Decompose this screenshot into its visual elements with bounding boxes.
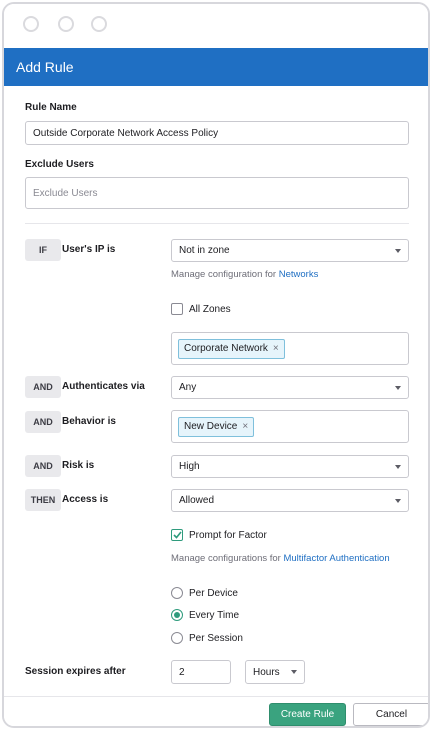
auth-condition-label: Authenticates via [62, 381, 145, 392]
exclude-users-input[interactable]: Exclude Users [25, 177, 409, 209]
behavior-tag-input[interactable]: New Device × [171, 410, 409, 443]
per-session-label: Per Session [189, 632, 243, 644]
zone-tag: Corporate Network × [178, 338, 285, 359]
zone-tag-label: Corporate Network [184, 343, 268, 354]
ip-condition-label: User's IP is [62, 244, 116, 255]
behavior-tag: New Device × [178, 416, 255, 437]
prompt-for-factor-checkbox[interactable] [171, 529, 183, 541]
dialog-window: Add Rule Rule Name Outside Corporate Net… [2, 2, 430, 728]
chevron-down-icon [291, 670, 297, 674]
risk-select-value: High [179, 461, 200, 472]
all-zones-checkbox[interactable] [171, 303, 183, 315]
per-device-label: Per Device [189, 587, 238, 599]
all-zones-option[interactable]: All Zones [171, 303, 231, 315]
rule-name-value: Outside Corporate Network Access Policy [33, 127, 219, 139]
risk-select[interactable]: High [171, 455, 409, 478]
behavior-tag-label: New Device [184, 421, 238, 432]
session-unit-value: Hours [253, 666, 280, 678]
prompt-for-factor-option[interactable]: Prompt for Factor [171, 529, 267, 541]
session-expires-label: Session expires after [25, 666, 126, 677]
frequency-option-per-device[interactable]: Per Device [171, 587, 238, 599]
auth-select[interactable]: Any [171, 376, 409, 399]
every-time-label: Every Time [189, 609, 240, 621]
all-zones-label: All Zones [189, 303, 231, 315]
networks-manage-text: Manage configuration for Networks [171, 269, 318, 280]
rule-name-label: Rule Name [25, 102, 77, 113]
multifactor-authentication-link[interactable]: Multifactor Authentication [283, 553, 389, 564]
ip-zone-select-value: Not in zone [179, 245, 230, 256]
condition-and-badge: AND [25, 411, 61, 433]
create-rule-button[interactable]: Create Rule [269, 703, 346, 726]
condition-then-badge: THEN [25, 489, 61, 511]
chevron-down-icon [395, 248, 401, 253]
mfa-manage-text: Manage configurations for Multifactor Au… [171, 553, 390, 564]
session-duration-input[interactable]: 2 [171, 660, 231, 684]
exclude-users-label: Exclude Users [25, 159, 94, 170]
every-time-radio[interactable] [171, 609, 183, 621]
per-device-radio[interactable] [171, 587, 183, 599]
zone-tag-input[interactable]: Corporate Network × [171, 332, 409, 365]
rule-name-input[interactable]: Outside Corporate Network Access Policy [25, 121, 409, 145]
window-titlebar [4, 4, 428, 48]
networks-manage-prefix: Manage configuration for [171, 269, 279, 280]
per-session-radio[interactable] [171, 632, 183, 644]
access-select-value: Allowed [179, 495, 215, 506]
access-select[interactable]: Allowed [171, 489, 409, 512]
prompt-for-factor-label: Prompt for Factor [189, 529, 267, 541]
session-duration-value: 2 [179, 666, 185, 678]
remove-tag-icon[interactable]: × [273, 343, 279, 354]
window-control-maximize-icon[interactable] [91, 16, 107, 32]
frequency-option-per-session[interactable]: Per Session [171, 632, 243, 644]
auth-select-value: Any [179, 382, 197, 393]
remove-tag-icon[interactable]: × [242, 421, 248, 432]
section-divider [25, 223, 409, 224]
chevron-down-icon [395, 498, 401, 503]
behavior-condition-label: Behavior is [62, 416, 116, 427]
networks-link[interactable]: Networks [279, 269, 319, 280]
checkmark-icon [172, 531, 182, 539]
dialog-title: Add Rule [16, 59, 74, 75]
session-unit-select[interactable]: Hours [245, 660, 305, 684]
condition-and-badge: AND [25, 455, 61, 477]
chevron-down-icon [395, 385, 401, 390]
access-condition-label: Access is [62, 494, 109, 505]
window-control-close-icon[interactable] [23, 16, 39, 32]
ip-zone-select[interactable]: Not in zone [171, 239, 409, 262]
exclude-users-placeholder: Exclude Users [33, 187, 98, 199]
window-control-minimize-icon[interactable] [58, 16, 74, 32]
risk-condition-label: Risk is [62, 460, 95, 471]
dialog-header: Add Rule [4, 48, 428, 86]
condition-if-badge: IF [25, 239, 61, 261]
dialog-footer: Create Rule Cancel [4, 696, 428, 726]
chevron-down-icon [395, 464, 401, 469]
frequency-option-every-time[interactable]: Every Time [171, 609, 239, 621]
cancel-button[interactable]: Cancel [353, 703, 428, 726]
mfa-manage-prefix: Manage configurations for [171, 553, 284, 564]
condition-and-badge: AND [25, 376, 61, 398]
